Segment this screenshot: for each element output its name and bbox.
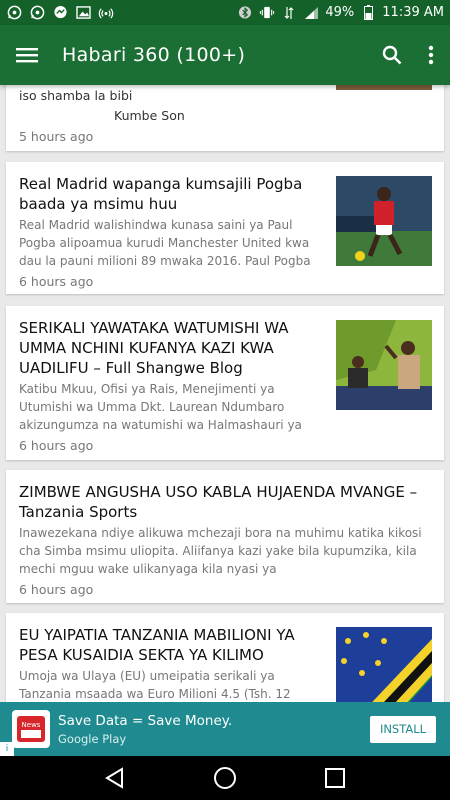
card-time: 5 hours ago bbox=[19, 129, 94, 144]
hotspot-icon bbox=[98, 5, 114, 21]
navigation-bar bbox=[0, 756, 450, 800]
card-time: 6 hours ago bbox=[19, 582, 94, 597]
app-title: Habari 360 (100+) bbox=[62, 44, 246, 66]
news-card[interactable]: SERIKALI YAWATAKA WATUMISHI WA UMMA NCHI… bbox=[6, 306, 444, 460]
card-title: Real Madrid wapanga kumsajili Pogba baad… bbox=[19, 175, 303, 213]
news-card[interactable]: Real Madrid wapanga kumsajili Pogba baad… bbox=[6, 162, 444, 294]
recents-button-icon[interactable] bbox=[324, 767, 346, 789]
card-title: EU YAIPATIA TANZANIA MABILIONI YA PESA K… bbox=[19, 626, 295, 664]
more-vert-icon[interactable] bbox=[428, 45, 434, 65]
whatsapp-icon bbox=[6, 5, 22, 21]
card-excerpt: Katibu Mkuu, Ofisi ya Rais, Menejimenti … bbox=[19, 382, 302, 432]
news-card[interactable]: iso shamba la bibi Kumbe Son 5 hours ago bbox=[6, 85, 444, 151]
card-thumbnail bbox=[336, 85, 432, 90]
status-bar: 49% 11:39 AM bbox=[0, 0, 450, 25]
card-thumbnail bbox=[336, 627, 432, 702]
ad-app-icon-label: News bbox=[22, 721, 41, 729]
card-thumbnail bbox=[336, 320, 432, 410]
app-bar: Habari 360 (100+) bbox=[0, 25, 450, 85]
ad-source: Google Play bbox=[58, 731, 127, 746]
signal-icon bbox=[303, 5, 319, 21]
hamburger-menu-icon[interactable] bbox=[16, 47, 38, 63]
ad-headline: Save Data = Save Money. bbox=[58, 712, 233, 729]
image-icon bbox=[75, 5, 91, 21]
card-excerpt: iso shamba la bibi bbox=[19, 88, 133, 103]
card-thumbnail bbox=[336, 176, 432, 266]
card-excerpt: Real Madrid walishindwa kunasa saini ya … bbox=[19, 218, 311, 268]
back-button-icon[interactable] bbox=[104, 767, 126, 789]
card-time: 6 hours ago bbox=[19, 274, 94, 289]
card-excerpt: Umoja wa Ulaya (EU) umeipatia serikali y… bbox=[19, 669, 291, 701]
news-card[interactable]: EU YAIPATIA TANZANIA MABILIONI YA PESA K… bbox=[6, 613, 444, 702]
battery-icon bbox=[360, 5, 376, 21]
card-title: ZIMBWE ANGUSHA USO KABLA HUJAENDA MVANGE… bbox=[19, 483, 418, 521]
clock: 11:39 AM bbox=[382, 5, 444, 20]
search-icon[interactable] bbox=[382, 45, 402, 65]
ad-app-icon: News bbox=[12, 710, 50, 748]
home-button-icon[interactable] bbox=[213, 766, 237, 790]
card-time: 6 hours ago bbox=[19, 438, 94, 453]
vibrate-icon bbox=[259, 5, 275, 21]
messenger-icon bbox=[52, 5, 68, 21]
news-card[interactable]: ZIMBWE ANGUSHA USO KABLA HUJAENDA MVANGE… bbox=[6, 470, 444, 603]
card-excerpt-signature: Kumbe Son bbox=[114, 108, 185, 123]
card-title: SERIKALI YAWATAKA WATUMISHI WA UMMA NCHI… bbox=[19, 319, 289, 377]
whatsapp-icon bbox=[29, 5, 45, 21]
battery-percent: 49% bbox=[325, 5, 355, 20]
ad-banner[interactable]: i News Save Data = Save Money. Google Pl… bbox=[0, 702, 450, 756]
data-arrows-icon bbox=[281, 5, 297, 21]
ad-install-button[interactable]: INSTALL bbox=[370, 715, 436, 743]
bluetooth-icon bbox=[237, 5, 253, 21]
ad-info-icon[interactable]: i bbox=[0, 742, 14, 756]
card-excerpt: Inawezekana ndiye alikuwa mchezaji bora … bbox=[19, 526, 422, 576]
news-feed[interactable]: iso shamba la bibi Kumbe Son 5 hours ago… bbox=[0, 85, 450, 702]
